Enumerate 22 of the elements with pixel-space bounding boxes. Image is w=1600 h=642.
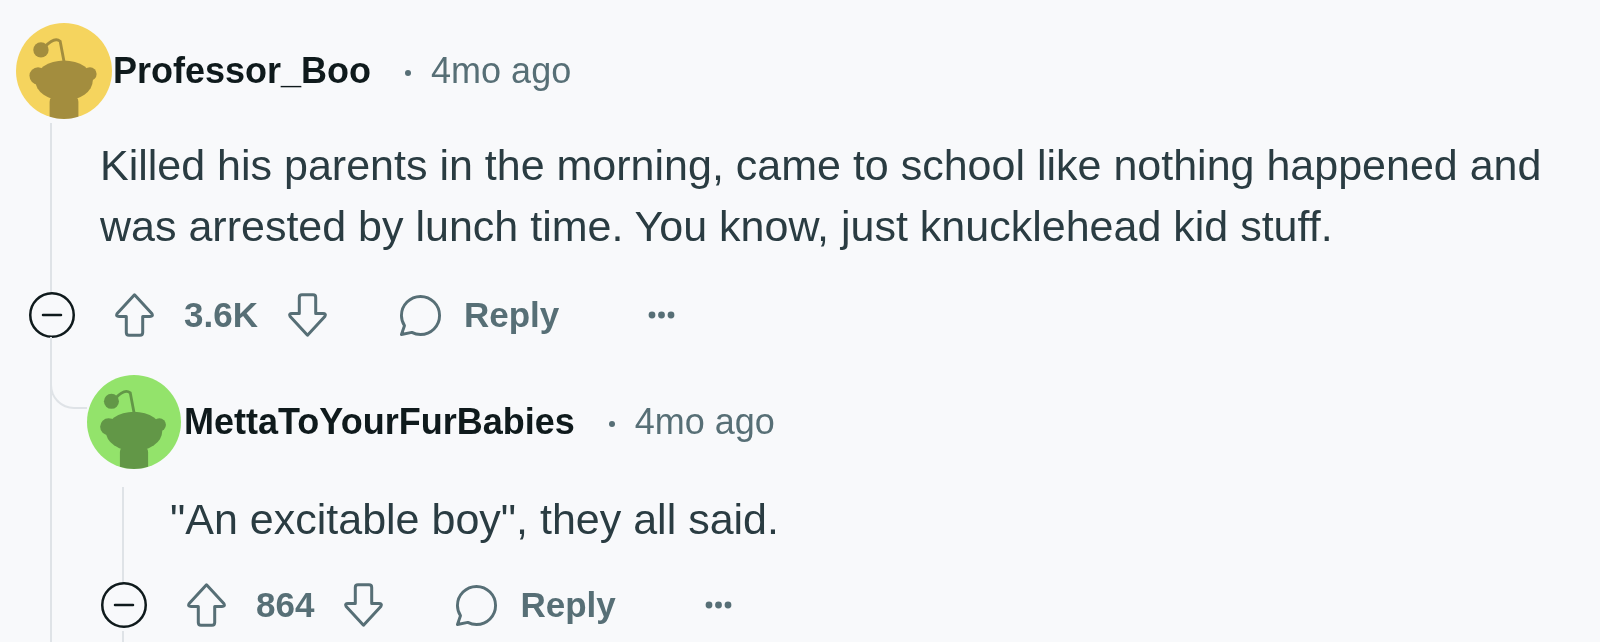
- reply-button[interactable]: Reply: [394, 290, 564, 340]
- vote-count: 3.6K: [184, 295, 258, 335]
- reply-button[interactable]: Reply: [451, 580, 620, 630]
- comment-text: "An excitable boy", they all said.: [170, 494, 779, 545]
- user-avatar[interactable]: [87, 375, 181, 469]
- down-arrow-icon: [286, 293, 328, 337]
- timestamp: 4mo ago: [634, 401, 775, 443]
- ellipsis-icon: [704, 601, 732, 609]
- down-arrow-icon: [343, 583, 385, 627]
- speech-bubble-icon: [455, 583, 499, 627]
- username-link[interactable]: Professor_Boo: [113, 50, 372, 92]
- vote-count: 864: [256, 585, 315, 625]
- separator-dot-icon: [405, 70, 412, 76]
- separator-dot-icon: [608, 421, 615, 427]
- comment-text: Killed his parents in the morning, came to school like nothing happened and was arrested by lunch time. You know, just knucklehead kid stuff.: [100, 140, 1543, 252]
- ellipsis-icon: [648, 311, 676, 319]
- speech-bubble-icon: [398, 293, 442, 337]
- username-link[interactable]: MettaToYourFurBabies: [184, 401, 575, 443]
- user-avatar[interactable]: [16, 23, 112, 119]
- up-arrow-icon: [186, 583, 227, 627]
- timestamp: 4mo ago: [431, 50, 572, 92]
- up-arrow-icon: [114, 293, 155, 337]
